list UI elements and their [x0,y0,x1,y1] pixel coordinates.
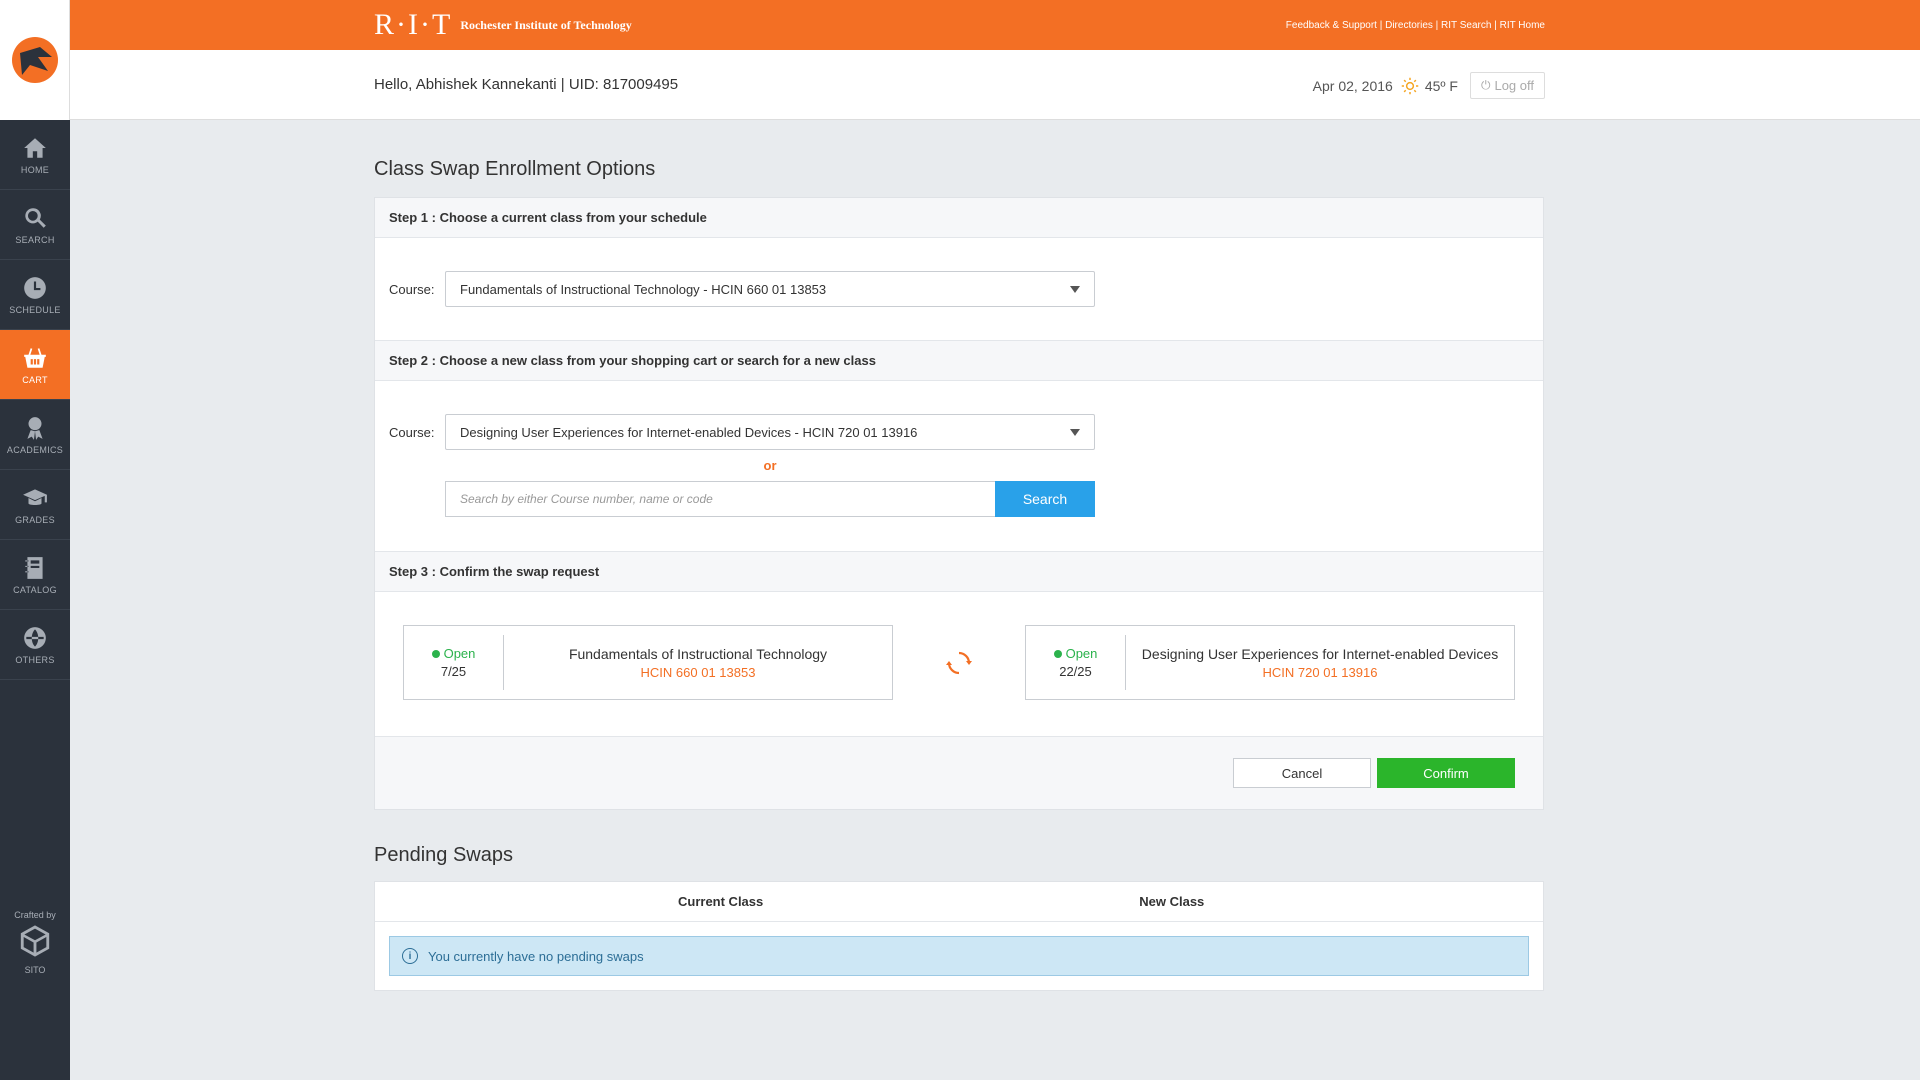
current-course-select[interactable]: Fundamentals of Instructional Technology… [445,271,1095,307]
pending-swaps-table: Current Class New Class i You currently … [374,881,1544,991]
swap-actions: Cancel Confirm [375,737,1543,809]
seat-count: 22/25 [1059,664,1092,679]
swap-preview: Open 7/25 Fundamentals of Instructional … [375,592,1543,737]
book-icon [25,556,43,579]
crafted-by-label: Crafted by [14,910,56,920]
top-bar: R·I·T Rochester Institute of Technology … [70,0,1920,50]
sidebar: HOME SEARCH SCHEDULE CART ACADEMICS GRAD… [0,0,70,1080]
current-class-status: Open 7/25 [404,635,504,690]
step2-heading: Step 2 : Choose a new class from your sh… [375,341,1543,381]
sidebar-item-grades[interactable]: GRADES [0,470,70,540]
swap-card: Step 1 : Choose a current class from you… [374,197,1544,810]
search-icon [25,207,46,228]
status-label: Open [443,646,476,661]
seat-count: 7/25 [440,664,467,679]
user-header: Hello, Abhishek Kannekanti | UID: 817009… [70,50,1920,120]
brand-mark: R·I·T [374,8,453,41]
class-code: HCIN 720 01 13916 [1262,664,1378,680]
status-label: Open [1065,646,1098,661]
crafted-by: Crafted by SITO [0,910,70,975]
sidebar-item-label: CART [22,374,48,385]
current-class-info: Fundamentals of Instructional Technology… [504,646,892,680]
sidebar-item-label: HOME [20,164,50,175]
confirm-button[interactable]: Confirm [1377,758,1515,788]
class-code: HCIN 660 01 13853 [640,664,756,680]
alert-message: You currently have no pending swaps [428,948,644,964]
course-label: Course: [389,281,435,297]
new-class-info: Designing User Experiences for Internet-… [1126,646,1514,680]
chevron-down-icon [1070,428,1080,436]
course-search: Search by either Course number, name or … [445,481,1095,517]
sidebar-item-label: GRADES [15,514,55,525]
sidebar-item-catalog[interactable]: CATALOG [0,540,70,610]
sidebar-item-label: OTHERS [15,654,55,665]
sidebar-item-others[interactable]: OTHERS [0,610,70,680]
graduation-cap-icon [23,488,47,505]
step1-body: Course: Fundamentals of Instructional Te… [375,238,1543,341]
power-icon: ⏻ [1480,78,1491,92]
class-name: Designing User Experiences for Internet-… [1141,645,1499,662]
ribbon-icon [27,416,43,440]
info-icon: i [402,948,418,964]
basket-icon [24,347,46,368]
cancel-button[interactable]: Cancel [1233,758,1371,788]
table-header: Current Class New Class [375,882,1543,922]
sidebar-item-academics[interactable]: ACADEMICS [0,400,70,470]
status-dot [431,649,440,658]
temperature: 45º F [1424,77,1458,94]
user-greeting: Hello, Abhishek Kannekanti | UID: 817009… [374,76,679,93]
home-icon [24,137,46,158]
cube-icon [20,925,50,957]
tiger-logo-icon [11,37,58,83]
main-content: Class Swap Enrollment Options Step 1 : C… [374,120,1544,991]
step3-heading: Step 3 : Confirm the swap request [375,552,1543,592]
header-info: Apr 02, 2016 45º F ⏻ Log off [1313,72,1545,99]
current-course-value: Fundamentals of Instructional Technology… [460,281,827,297]
sidebar-item-label: SEARCH [15,234,55,245]
step2-body: Course: Designing User Experiences for I… [375,381,1543,552]
sidebar-item-home[interactable]: HOME [0,120,70,190]
or-separator: or [763,458,777,473]
new-class-status: Open 22/25 [1026,635,1126,690]
brand-name: Rochester Institute of Technology [460,17,632,32]
search-button[interactable]: Search [995,481,1095,517]
sidebar-item-search[interactable]: SEARCH [0,190,70,260]
clock-icon [24,276,46,299]
page-title: Class Swap Enrollment Options [374,158,656,180]
current-date: Apr 02, 2016 [1312,77,1393,94]
crafted-by-name: SITO [24,965,46,975]
no-pending-alert: i You currently have no pending swaps [389,936,1529,976]
swap-arrows-icon [946,651,972,674]
top-links[interactable]: Feedback & Support | Directories | RIT S… [1286,20,1545,31]
column-current-class: Current Class [678,894,764,909]
sidebar-item-label: SCHEDULE [9,304,61,315]
pending-swaps-title: Pending Swaps [374,844,513,866]
status-dot [1053,649,1062,658]
chevron-down-icon [1070,285,1080,293]
class-name: Fundamentals of Instructional Technology [568,645,828,662]
app-logo[interactable] [0,0,70,120]
sidebar-item-schedule[interactable]: SCHEDULE [0,260,70,330]
new-course-select[interactable]: Designing User Experiences for Internet-… [445,414,1095,450]
logoff-button[interactable]: ⏻ Log off [1469,72,1545,99]
sidebar-item-label: CATALOG [13,584,57,595]
new-class-card: Open 22/25 Designing User Experiences fo… [1025,625,1515,700]
globe-icon [24,626,46,649]
course-search-input[interactable]: Search by either Course number, name or … [445,481,995,517]
course-label: Course: [389,424,435,440]
sidebar-item-cart[interactable]: CART [0,330,70,400]
sidebar-item-label: ACADEMICS [6,444,64,455]
column-new-class: New Class [1139,894,1205,909]
current-class-card: Open 7/25 Fundamentals of Instructional … [403,625,893,700]
logoff-label: Log off [1494,78,1534,93]
new-course-value: Designing User Experiences for Internet-… [460,424,918,440]
step1-heading: Step 1 : Choose a current class from you… [375,198,1543,238]
sun-icon [1401,77,1419,94]
rit-brand[interactable]: R·I·T Rochester Institute of Technology [374,8,632,42]
